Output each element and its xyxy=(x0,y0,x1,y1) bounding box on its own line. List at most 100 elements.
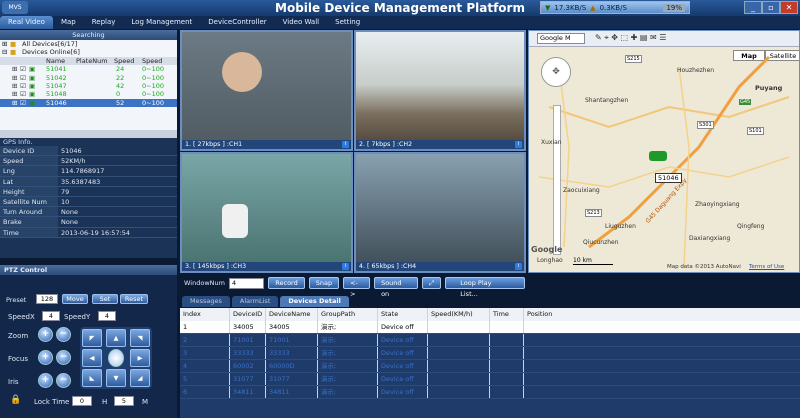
vehicle-marker-icon[interactable] xyxy=(649,151,667,161)
video-channel-4[interactable]: 4. [ 65kbps ] :CH4 i xyxy=(354,152,526,273)
column-index[interactable]: Index xyxy=(180,308,230,321)
menu-replay[interactable]: Replay xyxy=(84,16,124,29)
table-row[interactable]: 5 31077 31077 演示; Device off xyxy=(180,373,800,386)
map-panel[interactable]: Google M ✎ ⌖ ✥ ⬚ ✚ ▤ ✉ ☰ Map Satellite ✥… xyxy=(528,30,800,273)
fullscreen-icon[interactable]: ⤢ xyxy=(422,277,442,289)
focus-out-button[interactable]: − xyxy=(56,350,71,365)
map-provider-select[interactable]: Google M xyxy=(537,33,585,44)
expand-icon[interactable]: ⊞ xyxy=(12,99,17,107)
menu-device-controller[interactable]: DeviceController xyxy=(200,16,274,29)
window-num-select[interactable]: 4 xyxy=(228,277,265,289)
tab-messages[interactable]: Messages xyxy=(182,296,230,307)
column-device-id[interactable]: DeviceID xyxy=(230,308,266,321)
map-tool-icons[interactable]: ✎ ⌖ ✥ ⬚ ✚ ▤ ✉ ☰ xyxy=(595,33,666,43)
move-button[interactable]: Move xyxy=(62,294,88,304)
tree-devices-online[interactable]: ⊟ ■ Devices Online[6] xyxy=(0,48,177,56)
direction-left-button[interactable]: ◀ xyxy=(82,349,102,367)
column-state[interactable]: State xyxy=(378,308,428,321)
direction-right-button[interactable]: ▶ xyxy=(130,349,150,367)
speedx-stepper[interactable]: 4 xyxy=(42,311,60,321)
map-pan-control[interactable]: ✥ xyxy=(541,57,571,87)
column-group-path[interactable]: GroupPath xyxy=(318,308,378,321)
checkbox-icon[interactable]: ☑ xyxy=(20,82,26,90)
lock-hour-stepper[interactable]: 0 xyxy=(72,396,92,406)
direction-up-button[interactable]: ▲ xyxy=(106,329,126,347)
table-row[interactable]: 2 71001 71001 演示; Device off xyxy=(180,334,800,347)
zoom-out-button[interactable]: − xyxy=(56,327,71,342)
checkbox-icon[interactable]: ☑ xyxy=(20,65,26,73)
tree-device-row[interactable]: ⊞ ☑ ▣ 51041 24 0~100 xyxy=(0,65,177,73)
tab-alarm-list[interactable]: AlarmList xyxy=(231,296,279,307)
column-time[interactable]: Time xyxy=(490,308,524,321)
menu-video-wall[interactable]: Video Wall xyxy=(275,16,328,29)
table-row[interactable]: 1 34005 34005 演示; Device off xyxy=(180,321,800,334)
snap-button[interactable]: Snap xyxy=(308,277,340,289)
iris-open-button[interactable]: + xyxy=(38,373,53,388)
map-zoom-slider[interactable] xyxy=(553,105,561,255)
menu-log-management[interactable]: Log Management xyxy=(123,16,200,29)
checkbox-icon[interactable]: ☑ xyxy=(20,90,26,98)
collapse-icon[interactable]: ⊟ xyxy=(2,48,7,56)
tree-device-row[interactable]: ⊞ ☑ ▣ 51047 42 0~100 xyxy=(0,82,177,90)
close-button[interactable]: ✕ xyxy=(780,1,798,14)
direction-down-right-button[interactable]: ◢ xyxy=(130,369,150,387)
iris-close-button[interactable]: − xyxy=(56,373,71,388)
tree-all-devices[interactable]: ⊞ ■ All Devices[6/17] xyxy=(0,40,177,48)
video-channel-3[interactable]: 3. [ 145kbps ] :CH3 i xyxy=(180,152,353,273)
expand-icon[interactable]: ⊞ xyxy=(2,40,7,48)
preset-label: Preset xyxy=(6,296,27,304)
focus-label: Focus xyxy=(8,355,28,363)
menu-map[interactable]: Map xyxy=(53,16,84,29)
tree-device-row[interactable]: ⊞ ☑ ▣ 51042 22 0~100 xyxy=(0,74,177,82)
info-icon[interactable]: i xyxy=(342,141,349,148)
info-icon[interactable]: i xyxy=(515,141,522,148)
direction-down-button[interactable]: ▼ xyxy=(106,369,126,387)
preset-stepper[interactable]: 128 xyxy=(36,294,58,304)
table-row[interactable]: 6 34811 34811 演示; Device off xyxy=(180,386,800,399)
expand-icon[interactable]: ⊞ xyxy=(12,90,17,98)
focus-in-button[interactable]: + xyxy=(38,350,53,365)
video-channel-1[interactable]: 1. [ 27kbps ] :CH1 i xyxy=(180,30,353,151)
table-row[interactable]: 3 33333 33333 演示; Device off xyxy=(180,347,800,360)
loop-play-list-button[interactable]: Loop Play List... xyxy=(445,277,525,298)
menu-setting[interactable]: Setting xyxy=(327,16,368,29)
folder-icon: ■ xyxy=(10,40,17,48)
tree-horizontal-scrollbar[interactable] xyxy=(0,130,177,138)
info-icon[interactable]: i xyxy=(342,263,349,270)
zoom-in-button[interactable]: + xyxy=(38,327,53,342)
record-button[interactable]: Record xyxy=(268,277,305,289)
direction-down-left-button[interactable]: ◣ xyxy=(82,369,102,387)
column-speed[interactable]: Speed(KM/h) xyxy=(428,308,490,321)
set-button[interactable]: Set xyxy=(92,294,118,304)
restore-button[interactable]: ▫ xyxy=(762,1,780,14)
speedy-stepper[interactable]: 4 xyxy=(98,311,116,321)
menu-real-video[interactable]: Real Video xyxy=(0,16,53,29)
expand-icon[interactable]: ⊞ xyxy=(12,74,17,82)
video-channel-2[interactable]: 2. [ 7kbps ] :CH2 i xyxy=(354,30,526,151)
device-name: 51047 xyxy=(46,81,67,90)
tab-devices-detail[interactable]: Devices Detail xyxy=(280,296,349,307)
terms-link[interactable]: Terms of Use xyxy=(749,264,784,270)
reset-button[interactable]: Reset xyxy=(120,294,148,304)
minimize-button[interactable]: _ xyxy=(744,1,762,14)
info-icon[interactable]: i xyxy=(515,263,522,270)
lock-minute-stepper[interactable]: 5 xyxy=(114,396,134,406)
column-device-name[interactable]: DeviceName xyxy=(266,308,318,321)
device-speed-range: 0~100 xyxy=(142,65,164,74)
checkbox-icon[interactable]: ☑ xyxy=(20,99,26,107)
gps-row: Brake None xyxy=(0,217,177,228)
swap-button[interactable]: <-> xyxy=(343,277,371,298)
checkbox-icon[interactable]: ☑ xyxy=(20,74,26,82)
tree-device-row-selected[interactable]: ⊞ ☑ ▣ 51046 52 0~100 xyxy=(0,98,177,108)
tree-device-row[interactable]: ⊞ ☑ ▣ 51048 0 0~100 xyxy=(0,90,177,98)
direction-center-button[interactable] xyxy=(108,349,124,367)
cell-device-name: 71001 xyxy=(266,334,318,346)
direction-up-left-button[interactable]: ◤ xyxy=(82,329,102,347)
column-position[interactable]: Position xyxy=(524,308,800,321)
sound-button[interactable]: Sound on xyxy=(374,277,419,298)
table-row[interactable]: 4 60002 60000D 演示; Device off xyxy=(180,360,800,373)
expand-icon[interactable]: ⊞ xyxy=(12,82,17,90)
lock-minute-unit: M xyxy=(142,398,149,406)
expand-icon[interactable]: ⊞ xyxy=(12,65,17,73)
direction-up-right-button[interactable]: ◥ xyxy=(130,329,150,347)
